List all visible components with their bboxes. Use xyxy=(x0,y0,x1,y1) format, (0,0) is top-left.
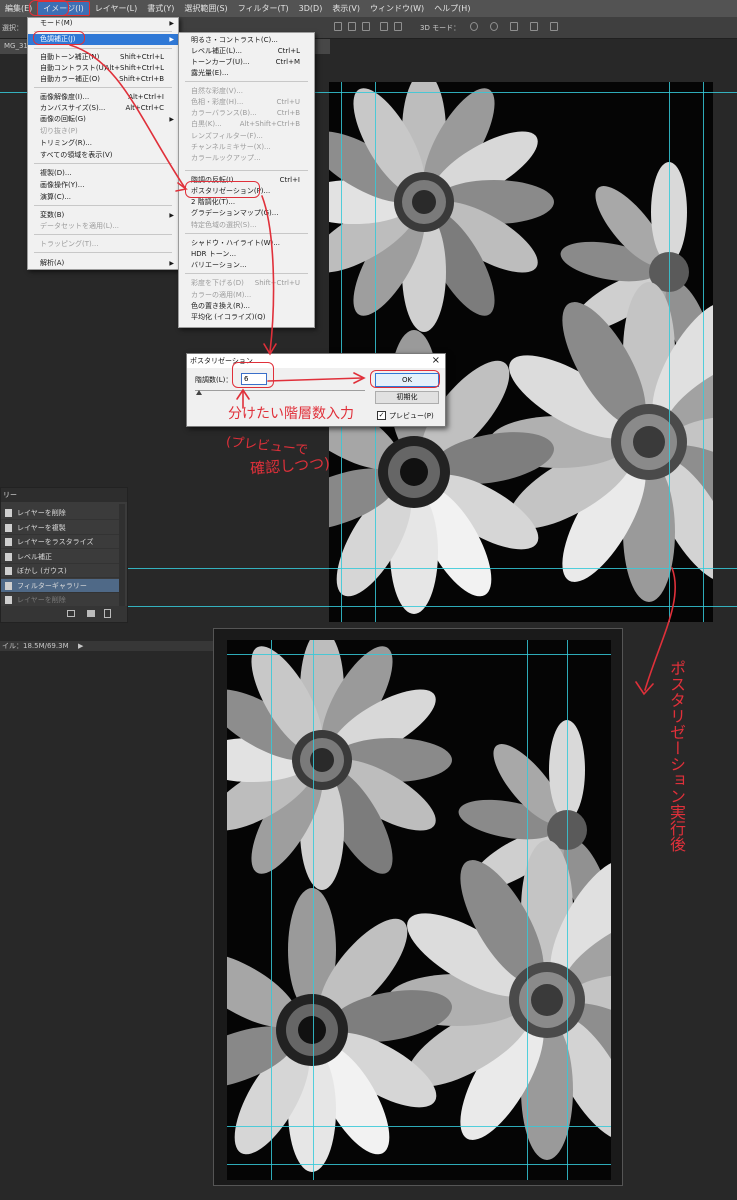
annotation-overlay-icon xyxy=(69,44,677,696)
annotation-note: 分けたい階層数入力 xyxy=(228,406,354,422)
annotation-note: ポスタリゼーション実行後 xyxy=(667,660,686,852)
menu-highlight-frame xyxy=(33,31,85,45)
ok-highlight-frame xyxy=(370,370,440,388)
menu-highlight-frame xyxy=(29,0,69,16)
input-highlight-frame xyxy=(232,362,274,388)
menu-highlight-frame xyxy=(185,181,260,198)
